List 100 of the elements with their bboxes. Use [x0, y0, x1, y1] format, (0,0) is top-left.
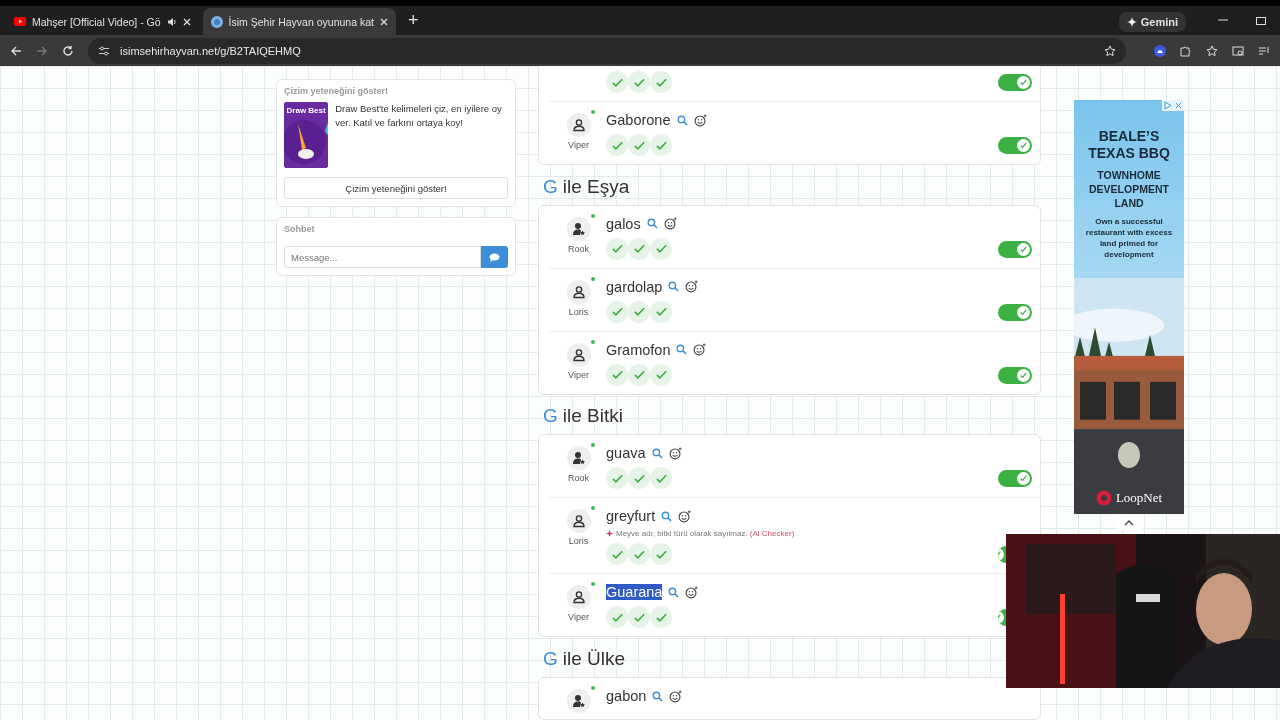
accept-toggle[interactable]	[998, 546, 1006, 564]
user-star-icon	[571, 221, 586, 236]
smiley-icon[interactable]	[663, 217, 677, 231]
user-icon	[571, 284, 586, 299]
check-icon	[654, 368, 668, 382]
browser-tab[interactable]: İsim Şehir Hayvan oyununa kat	[202, 8, 396, 35]
check-icon	[1019, 474, 1028, 484]
search-icon[interactable]	[651, 447, 663, 459]
extension-icon[interactable]	[1154, 44, 1166, 57]
media-icon[interactable]	[1258, 44, 1270, 57]
accept-toggle[interactable]	[998, 470, 1032, 488]
user-icon	[571, 347, 586, 362]
site-settings-icon	[98, 44, 110, 57]
url-text: isimsehirhayvan.net/g/B2TAIQEHMQ	[120, 44, 302, 57]
draw-button[interactable]: Çizim yeteneğini göster!	[284, 177, 508, 199]
check-icon	[632, 368, 646, 382]
answer-word: Gaborone	[606, 112, 671, 128]
status-dot	[590, 213, 595, 218]
image-title: Draw Best	[286, 106, 326, 116]
category-heading: G ile Eşya	[542, 174, 631, 199]
bookmark-star-icon[interactable]	[1104, 44, 1116, 57]
forward-icon[interactable]	[36, 44, 48, 57]
answer-word: Gramofon	[606, 341, 671, 358]
send-button[interactable]	[481, 246, 508, 268]
check-icon	[1019, 141, 1028, 150]
new-tab-button[interactable]: +	[399, 8, 427, 35]
sparkle-icon	[1126, 17, 1137, 27]
player-name: Loris	[568, 306, 589, 317]
site-icon	[210, 15, 223, 28]
back-icon[interactable]	[10, 44, 22, 57]
smiley-icon[interactable]	[693, 113, 707, 127]
reload-icon[interactable]	[62, 44, 74, 57]
puzzle-icon[interactable]	[1180, 44, 1192, 57]
smiley-icon[interactable]	[693, 343, 707, 357]
user-icon	[571, 590, 586, 605]
brand-logo-icon	[1095, 490, 1112, 506]
smiley-icon[interactable]	[685, 585, 699, 599]
accept-toggle[interactable]	[998, 240, 1032, 258]
check-icon	[1019, 370, 1028, 380]
ad-headline: BEALE’S TEXAS BBQ	[1087, 128, 1171, 162]
accept-toggle[interactable]	[998, 74, 1032, 91]
close-icon[interactable]	[379, 17, 388, 26]
ad-banner[interactable]: BEALE’S TEXAS BBQ TOWNHOME DEVELOPMENT LAND Own a successful restaurant with excess land primed for development LoopNet	[1074, 100, 1184, 514]
ai-note: Meyve adı; bitki türü olarak sayılmaz. (Ai Checker)	[616, 529, 795, 539]
user-icon	[571, 514, 586, 529]
smiley-icon[interactable]	[678, 509, 692, 523]
tab-title: Mahşer [Official Video] - Gö	[32, 15, 161, 28]
tab-title: İsim Şehir Hayvan oyununa kat	[228, 15, 374, 28]
bookmarks-icon[interactable]	[1206, 44, 1218, 57]
search-icon[interactable]	[676, 114, 688, 126]
accept-toggle[interactable]	[998, 366, 1032, 384]
check-icon	[632, 305, 646, 319]
search-icon[interactable]	[668, 586, 680, 598]
search-icon[interactable]	[661, 510, 673, 522]
accept-toggle[interactable]	[998, 137, 1032, 154]
status-dot	[590, 276, 595, 281]
accept-toggle[interactable]	[998, 303, 1032, 321]
status-dot	[590, 506, 595, 511]
maximize-icon[interactable]	[1256, 15, 1266, 25]
address-bar[interactable]: isimsehirhayvan.net/g/B2TAIQEHMQ	[88, 37, 1126, 64]
card-title: Çizim yeteneğini göster!	[284, 86, 390, 96]
smiley-icon[interactable]	[685, 280, 699, 294]
check-icon	[1019, 307, 1028, 317]
check-icon	[632, 242, 646, 256]
smiley-icon[interactable]	[669, 689, 683, 703]
status-dot	[590, 686, 595, 690]
player-name: Rook	[568, 243, 589, 254]
category-heading: G ile Bitki	[542, 404, 624, 429]
check-icon	[610, 305, 624, 319]
user-star-icon	[571, 694, 586, 708]
message-field[interactable]: Message...	[284, 246, 481, 268]
check-icon	[610, 368, 624, 382]
answer-word: Guarana	[606, 584, 663, 601]
smiley-icon[interactable]	[668, 446, 682, 460]
brand-name: LoopNet	[1115, 490, 1163, 506]
close-icon[interactable]	[182, 17, 191, 26]
player-name: Loris	[568, 536, 589, 547]
answer-word: greyfurt	[606, 508, 656, 525]
search-icon[interactable]	[652, 690, 664, 702]
status-dot	[590, 582, 595, 587]
answer-word: gardolap	[606, 278, 663, 295]
answer-word: guava	[606, 445, 646, 462]
gemini-button[interactable]: Gemini	[1118, 12, 1186, 32]
status-dot	[590, 443, 595, 448]
ad-choices-icon[interactable]	[1162, 100, 1173, 111]
search-icon[interactable]	[646, 218, 658, 230]
check-icon	[654, 305, 668, 319]
player-name: Rook	[568, 473, 589, 484]
ad-subhead: TOWNHOME DEVELOPMENT LAND	[1088, 168, 1170, 210]
browser-tab[interactable]: Mahşer [Official Video] - Gö	[6, 8, 199, 35]
video-site-icon	[14, 17, 26, 26]
search-icon[interactable]	[668, 281, 680, 293]
tab-search-icon[interactable]	[1232, 44, 1244, 57]
accept-toggle[interactable]	[998, 609, 1006, 627]
player-name: Viper	[568, 369, 589, 380]
player-name: Viper	[568, 612, 589, 623]
check-icon	[654, 242, 668, 256]
search-icon[interactable]	[676, 344, 688, 356]
check-icon	[610, 242, 624, 256]
promo-text: Draw Best'te kelimeleri çiz, en iyilere oy ver. Katıl ve farkını ortaya koy!	[335, 102, 503, 130]
